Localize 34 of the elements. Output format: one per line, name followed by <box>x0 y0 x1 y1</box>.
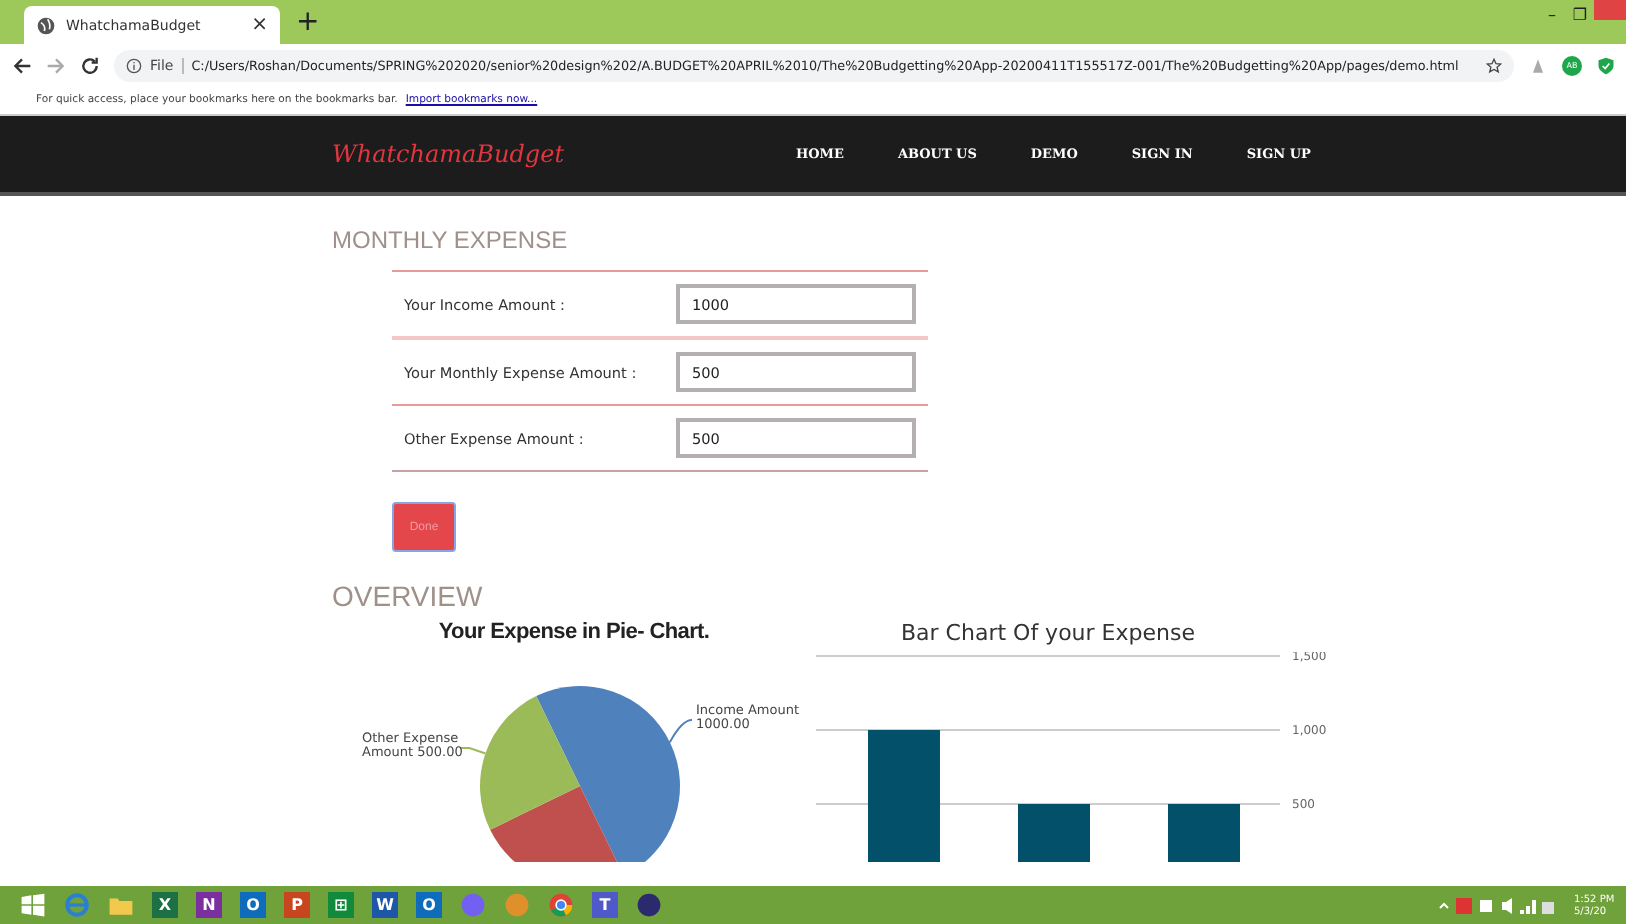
window-control[interactable]: – <box>1538 6 1566 24</box>
windows-start-icon[interactable] <box>20 892 46 918</box>
bar <box>868 730 940 862</box>
app-icon[interactable]: N <box>196 892 222 918</box>
forward-arrow-icon[interactable] <box>46 55 66 75</box>
star-icon[interactable] <box>1486 57 1502 73</box>
system-tray-icons[interactable] <box>1436 895 1556 915</box>
section-heading: MONTHLY EXPENSE <box>332 226 570 254</box>
app-icon[interactable]: W <box>372 892 398 918</box>
info-icon <box>126 57 142 73</box>
app-icon[interactable]: ⊞ <box>328 892 354 918</box>
app-icon[interactable]: O <box>240 892 266 918</box>
app-icon[interactable]: P <box>284 892 310 918</box>
leader-line <box>459 747 487 755</box>
app-icon[interactable]: T <box>592 892 618 918</box>
extension-icon[interactable] <box>1528 55 1548 75</box>
app-icon[interactable]: O <box>416 892 442 918</box>
chart-title: Bar Chart Of your Expense <box>899 620 1197 650</box>
app-icon[interactable]: X <box>152 892 178 918</box>
shield-icon[interactable] <box>1596 55 1616 75</box>
new-tab-button[interactable]: + <box>296 4 320 40</box>
chrome-browser-icon[interactable] <box>548 892 574 918</box>
tab-close-button[interactable]: × <box>251 14 268 36</box>
section-heading: OVERVIEW <box>332 580 485 612</box>
app-icon[interactable] <box>636 892 662 918</box>
window-control[interactable]: ❐ <box>1566 6 1594 24</box>
brand-logo[interactable]: WhatchamaBudget <box>332 140 796 168</box>
back-arrow-icon[interactable] <box>12 55 32 75</box>
bar <box>1018 804 1090 862</box>
chart-title: Your Expense in Pie- Chart. <box>436 620 712 648</box>
bar <box>1168 804 1240 862</box>
globe-icon <box>36 15 56 35</box>
reload-icon[interactable] <box>80 55 100 75</box>
leader-line <box>668 719 693 744</box>
